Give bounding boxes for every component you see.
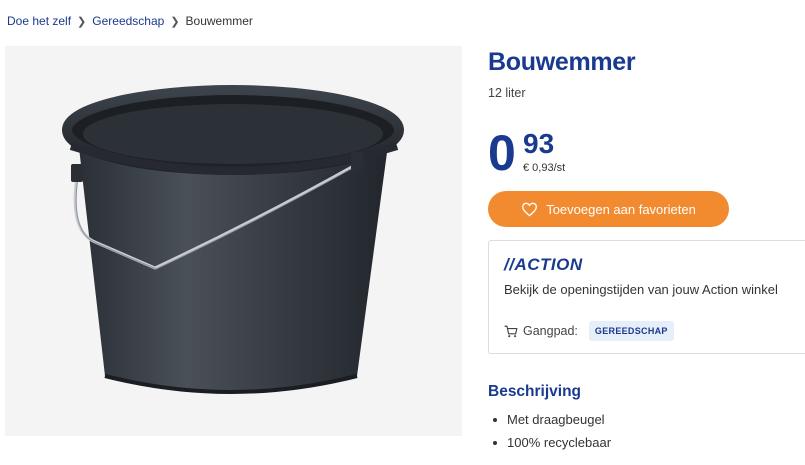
product-subtitle: 12 liter: [488, 86, 526, 100]
add-to-favorites-button[interactable]: Toevoegen aan favorieten: [488, 191, 729, 227]
add-to-favorites-label: Toevoegen aan favorieten: [546, 201, 696, 217]
aisle-row: Gangpad: GEREEDSCHAP: [504, 321, 674, 341]
heart-icon: [522, 202, 538, 217]
aisle-badge: GEREEDSCHAP: [588, 321, 674, 341]
aisle-label: Gangpad:: [523, 324, 578, 338]
bullet-icon: [493, 418, 497, 422]
unit-price: € 0,93/st: [523, 162, 566, 174]
price-integer: 0: [488, 125, 516, 181]
chevron-right-icon: ❯: [170, 15, 180, 28]
description-list: Met draagbeugel 100% recyclebaar: [493, 412, 611, 458]
action-logo: //ACTION: [504, 255, 583, 274]
product-image[interactable]: [5, 46, 462, 436]
product-title: Bouwemmer: [488, 48, 636, 76]
breadcrumb-link-doe-het-zelf[interactable]: Doe het zelf: [7, 14, 71, 28]
price-decimals: 93: [523, 128, 555, 159]
list-item-text: 100% recyclebaar: [507, 435, 612, 450]
chevron-right-icon: ❯: [77, 15, 87, 28]
breadcrumb-link-gereedschap[interactable]: Gereedschap: [92, 14, 164, 28]
cart-icon: [504, 325, 518, 337]
store-info-box: //ACTION Bekijk de openingstijden van jo…: [488, 240, 805, 354]
opening-hours-link[interactable]: Bekijk de openingstijden van jouw Action…: [504, 282, 778, 297]
breadcrumb-current: Bouwemmer: [185, 14, 253, 28]
breadcrumb: Doe het zelf ❯ Gereedschap ❯ Bouwemmer: [7, 14, 253, 28]
list-item: 100% recyclebaar: [493, 435, 611, 458]
bucket-image: [62, 85, 404, 394]
list-item: Met draagbeugel: [493, 412, 611, 435]
list-item-text: Met draagbeugel: [507, 412, 605, 427]
description-title: Beschrijving: [488, 383, 582, 400]
bullet-icon: [493, 441, 497, 445]
product-header: Bouwemmer 12 liter: [488, 48, 805, 100]
